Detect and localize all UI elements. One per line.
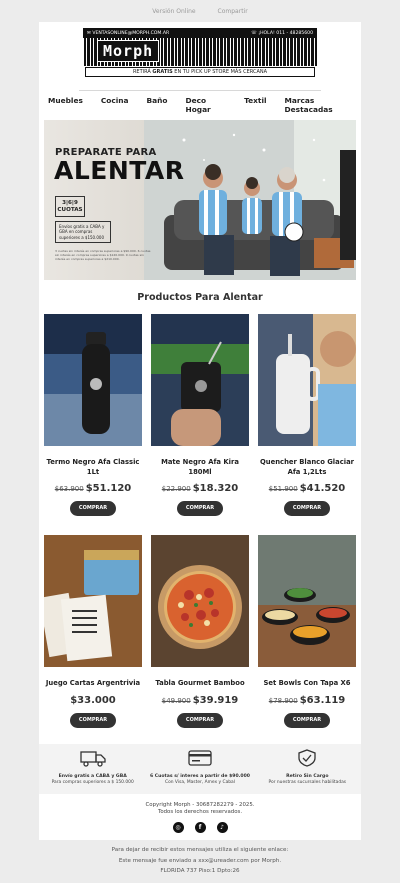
product-name[interactable]: Tabla Gourmet Bamboo	[151, 679, 249, 689]
category-nav: Muebles Cocina Baño Deco Hogar Textil Ma…	[39, 96, 361, 114]
product-card[interactable]: Mate Negro Afa Kira 180Ml $22.900 $18.320…	[151, 314, 249, 516]
comprar-button[interactable]: COMPRAR	[177, 501, 223, 516]
feature-cuotas: 6 Cuotas s/ interes a partir de $90.000 …	[146, 744, 253, 794]
product-image-mate[interactable]	[151, 314, 249, 446]
unsubscribe-text: Para dejar de recibir estos mensajes uti…	[0, 845, 400, 877]
product-card[interactable]: Tabla Gourmet Bamboo $49.900 $39.919 COMP…	[151, 535, 249, 728]
envio-badge: Envíos gratis a CABA y GBA en compras su…	[55, 221, 111, 243]
hero-banner[interactable]: PREPARATE PARA ALENTAR 3|6|9 CUOTAS Enví…	[44, 120, 356, 280]
nav-item-deco-hogar[interactable]: Deco Hogar	[177, 96, 236, 114]
features-bar: Envío gratis a CABA y GBA Para compras s…	[39, 744, 361, 794]
hero-legal: 3 cuotas sin interés en compras superior…	[55, 249, 151, 261]
feature-pickup: Retiro Sin Cargo Por nuestras sucursales…	[254, 744, 361, 794]
hero-headline: ALENTAR	[54, 156, 185, 185]
product-price: $51.900 $41.520	[268, 483, 346, 494]
product-name[interactable]: Mate Negro Afa Kira 180Ml	[151, 458, 249, 477]
pickup-bar: RETIRÁ GRATIS EN TU PICK UP STORE MÁS CE…	[85, 67, 315, 77]
cuotas-badge: 3|6|9 CUOTAS	[55, 196, 85, 217]
top-links: Versión Online Compartir	[0, 8, 400, 15]
product-price: $63.900 $51.120	[54, 483, 132, 494]
product-image-cartas[interactable]	[44, 535, 142, 667]
copyright: Copyright Morph - 30687282279 - 2025. Tod…	[145, 802, 255, 815]
comprar-button[interactable]: COMPRAR	[70, 501, 116, 516]
section-title: Productos Para Alentar	[137, 292, 263, 303]
product-card[interactable]: Termo Negro Afa Classic 1Lt $63.900 $51.1…	[44, 314, 142, 516]
nav-item-muebles[interactable]: Muebles	[39, 96, 92, 114]
product-name[interactable]: Quencher Blanco Glaciar Afa 1,2Lts	[258, 458, 356, 477]
truck-icon	[80, 751, 106, 767]
nav-item-marcas[interactable]: Marcas Destacadas	[276, 96, 361, 114]
product-image-tabla[interactable]	[151, 535, 249, 667]
product-price: $33.000	[70, 695, 116, 706]
view-online-link[interactable]: Versión Online	[152, 8, 195, 15]
product-card[interactable]: Juego Cartas Argentrivia $33.000 COMPRAR	[44, 535, 142, 728]
hero-fans-illustration	[144, 120, 356, 280]
product-card[interactable]: Quencher Blanco Glaciar Afa 1,2Lts $51.9…	[258, 314, 356, 516]
logo[interactable]: Morph	[97, 40, 160, 62]
card-icon	[188, 750, 212, 766]
product-price: $49.900 $39.919	[161, 695, 239, 706]
tiktok-icon[interactable]: ♪	[216, 822, 228, 833]
product-name[interactable]: Juego Cartas Argentrivia	[44, 679, 142, 689]
product-name[interactable]: Termo Negro Afa Classic 1Lt	[44, 458, 142, 477]
product-card[interactable]: Set Bowls Con Tapa X6 $78.900 $63.119 COM…	[258, 535, 356, 728]
unsubscribe-link[interactable]: Para dejar de recibir estos mensajes uti…	[0, 845, 400, 856]
product-price: $22.900 $18.320	[161, 483, 239, 494]
feature-shipping: Envío gratis a CABA y GBA Para compras s…	[39, 744, 146, 794]
product-image-quencher[interactable]	[258, 314, 356, 446]
divider	[79, 90, 321, 91]
footer: Copyright Morph - 30687282279 - 2025. Tod…	[39, 794, 361, 840]
shield-check-icon	[298, 749, 316, 767]
header-phone[interactable]: ☏ ¡HOLA! 011 - 48285600	[251, 31, 313, 36]
share-link[interactable]: Compartir	[218, 8, 248, 15]
email-card: ✉ VENTASONLINE@MORPH.COM.AR ☏ ¡HOLA! 011…	[39, 22, 361, 744]
facebook-icon[interactable]: f	[194, 822, 206, 833]
product-price: $78.900 $63.119	[268, 695, 346, 706]
comprar-button[interactable]: COMPRAR	[284, 501, 330, 516]
comprar-button[interactable]: COMPRAR	[177, 713, 223, 728]
nav-item-cocina[interactable]: Cocina	[92, 96, 138, 114]
logo-area[interactable]: Morph	[83, 38, 317, 66]
social-links: ◎ f ♪	[39, 822, 361, 833]
product-name[interactable]: Set Bowls Con Tapa X6	[258, 679, 356, 689]
comprar-button[interactable]: COMPRAR	[70, 713, 116, 728]
product-image-bowls[interactable]	[258, 535, 356, 667]
header-banner: ✉ VENTASONLINE@MORPH.COM.AR ☏ ¡HOLA! 011…	[83, 28, 317, 66]
header-email[interactable]: ✉ VENTASONLINE@MORPH.COM.AR	[87, 31, 169, 36]
nav-item-bano[interactable]: Baño	[138, 96, 177, 114]
product-image-termo[interactable]	[44, 314, 142, 446]
nav-item-textil[interactable]: Textil	[235, 96, 275, 114]
instagram-icon[interactable]: ◎	[172, 822, 184, 833]
comprar-button[interactable]: COMPRAR	[284, 713, 330, 728]
